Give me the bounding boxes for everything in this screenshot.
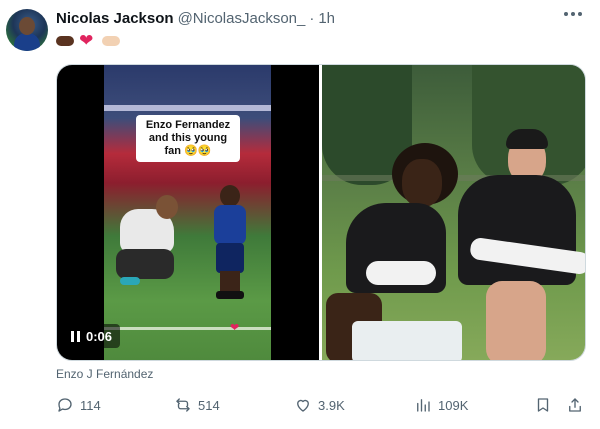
- crouching-player-figure: [106, 195, 184, 285]
- reply-count: 114: [80, 397, 101, 413]
- light-fist-emoji-icon: [101, 36, 120, 47]
- tweet-header: Nicolas Jackson @NicolasJackson_ · 1h: [56, 10, 335, 28]
- player-right-figure: [448, 125, 585, 360]
- more-options-icon[interactable]: [564, 12, 582, 16]
- reply-button[interactable]: 114: [56, 394, 101, 416]
- share-button[interactable]: [566, 394, 584, 416]
- retweet-button[interactable]: 514: [174, 394, 220, 416]
- heart-icon: [297, 399, 309, 412]
- bookmark-icon: [537, 398, 549, 412]
- red-heart-emoji-icon: ❤: [79, 31, 94, 51]
- bookmark-button[interactable]: [534, 394, 552, 416]
- video-duration: 0:06: [86, 328, 113, 344]
- video-caption: Enzo Fernandez and this young fan 🥹🥹: [136, 115, 240, 162]
- tweet-actions: 114 514 3.9K 109K: [56, 394, 586, 416]
- young-fan-figure: [212, 185, 248, 305]
- video-player[interactable]: Enzo Fernandez and this young fan 🥹🥹 ❤ 0…: [57, 65, 319, 360]
- pause-icon[interactable]: [71, 330, 80, 342]
- separator-dot: ·: [309, 10, 315, 27]
- heart-sticker-icon: ❤: [230, 322, 240, 334]
- tweet-media: Enzo Fernandez and this young fan 🥹🥹 ❤ 0…: [56, 64, 586, 361]
- retweet-count: 514: [198, 397, 220, 413]
- dark-fist-emoji-icon: [56, 36, 74, 47]
- tweet-timestamp[interactable]: 1h: [318, 10, 335, 28]
- reply-icon: [58, 398, 72, 412]
- like-button[interactable]: 3.9K: [294, 394, 345, 416]
- author-display-name[interactable]: Nicolas Jackson: [56, 10, 174, 28]
- video-controls[interactable]: 0:06: [63, 324, 121, 348]
- bench: [352, 321, 462, 360]
- photo[interactable]: [322, 65, 585, 360]
- analytics-icon: [417, 399, 430, 412]
- media-credit[interactable]: Enzo J Fernández: [56, 367, 153, 381]
- tweet-text: ❤: [56, 32, 120, 50]
- view-count: 109K: [438, 397, 469, 413]
- views-button[interactable]: 109K: [414, 394, 468, 416]
- author-handle[interactable]: @NicolasJackson_: [178, 10, 306, 28]
- retweet-icon: [176, 398, 190, 412]
- author-avatar[interactable]: [6, 9, 48, 51]
- video-frame: Enzo Fernandez and this young fan 🥹🥹 ❤: [104, 65, 271, 360]
- like-count: 3.9K: [318, 397, 345, 413]
- share-icon: [569, 398, 581, 412]
